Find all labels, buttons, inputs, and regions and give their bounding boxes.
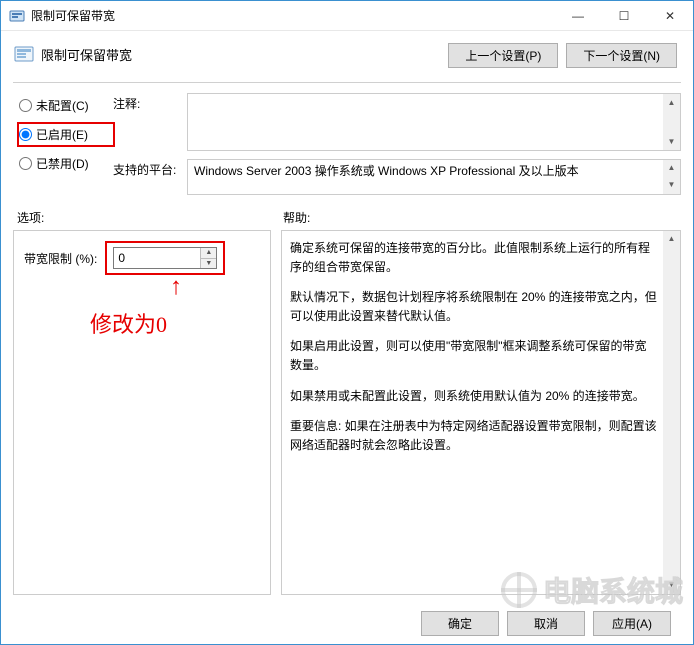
platform-scrollbar[interactable]: ▲ ▼: [663, 160, 680, 194]
page-title: 限制可保留带宽: [41, 41, 448, 64]
prev-setting-label: 上一个设置(P): [465, 49, 541, 63]
platform-label: 支持的平台:: [113, 159, 187, 178]
radio-not-configured[interactable]: 未配置(C): [19, 97, 113, 114]
mid-labels: 选项: 帮助:: [13, 209, 681, 226]
maximize-button[interactable]: ☐: [601, 1, 647, 30]
scroll-down-icon[interactable]: ▼: [663, 133, 680, 150]
lower-panels: 带宽限制 (%): ▲ ▼ ↑ 修改为0 确定系统可保: [13, 230, 681, 595]
scroll-down-icon[interactable]: ▼: [663, 177, 680, 194]
spinner-up-icon[interactable]: ▲: [201, 248, 216, 259]
next-setting-button[interactable]: 下一个设置(N): [566, 43, 677, 68]
header-row: 限制可保留带宽 上一个设置(P) 下一个设置(N): [13, 41, 681, 68]
annotation-arrow-icon: ↑: [170, 275, 182, 299]
ok-button[interactable]: 确定: [421, 611, 499, 636]
platform-row: 支持的平台: Windows Server 2003 操作系统或 Windows…: [113, 159, 681, 195]
config-row: 未配置(C) 已启用(E) 已禁用(D) 注释: ▲: [13, 93, 681, 195]
bandwidth-row: 带宽限制 (%): ▲ ▼: [24, 241, 260, 275]
help-paragraph: 如果禁用或未配置此设置，则系统使用默认值为 20% 的连接带宽。: [290, 387, 658, 406]
annotation-text: 修改为0: [90, 307, 167, 339]
state-radio-group: 未配置(C) 已启用(E) 已禁用(D): [13, 93, 113, 195]
prev-setting-button[interactable]: 上一个设置(P): [448, 43, 558, 68]
radio-enabled-input[interactable]: [19, 128, 32, 141]
scroll-up-icon[interactable]: ▲: [663, 231, 680, 248]
titlebar: 限制可保留带宽 — ☐ ✕: [1, 1, 693, 31]
help-paragraph: 默认情况下，数据包计划程序将系统限制在 20% 的连接带宽之内，但可以使用此设置…: [290, 288, 658, 325]
close-button[interactable]: ✕: [647, 1, 693, 30]
next-setting-label: 下一个设置(N): [583, 49, 660, 63]
help-paragraph: 如果启用此设置，则可以使用"带宽限制"框来调整系统可保留的带宽数量。: [290, 337, 658, 374]
scroll-down-icon[interactable]: ▼: [663, 577, 680, 594]
help-scrollbar[interactable]: ▲ ▼: [663, 231, 680, 594]
cancel-button[interactable]: 取消: [507, 611, 585, 636]
radio-disabled-input[interactable]: [19, 157, 32, 170]
help-panel: 确定系统可保留的连接带宽的百分比。此值限制系统上运行的所有程序的组合带宽保留。 …: [281, 230, 681, 595]
options-panel: 带宽限制 (%): ▲ ▼ ↑ 修改为0: [13, 230, 271, 595]
apply-label: 应用(A): [612, 617, 652, 631]
comment-textarea[interactable]: ▲ ▼: [187, 93, 681, 151]
options-label: 选项:: [13, 209, 283, 226]
platform-textbox: Windows Server 2003 操作系统或 Windows XP Pro…: [187, 159, 681, 195]
ok-label: 确定: [448, 617, 472, 631]
platform-value: Windows Server 2003 操作系统或 Windows XP Pro…: [194, 164, 579, 178]
divider: [13, 82, 681, 83]
bandwidth-input[interactable]: [114, 248, 200, 268]
radio-enabled-label: 已启用(E): [36, 126, 88, 143]
dialog-content: 限制可保留带宽 上一个设置(P) 下一个设置(N) 未配置(C) 已启用(E): [1, 31, 693, 644]
radio-disabled-label: 已禁用(D): [36, 155, 89, 172]
config-right: 注释: ▲ ▼ 支持的平台: Windows Server 2003 操作系统或…: [113, 93, 681, 195]
bandwidth-highlight: ▲ ▼: [105, 241, 225, 275]
spinner-down-icon[interactable]: ▼: [201, 259, 216, 269]
radio-disabled[interactable]: 已禁用(D): [19, 155, 113, 172]
bandwidth-label: 带宽限制 (%):: [24, 250, 97, 267]
scroll-up-icon[interactable]: ▲: [663, 94, 680, 111]
comment-scrollbar[interactable]: ▲ ▼: [663, 94, 680, 150]
radio-not-configured-input[interactable]: [19, 99, 32, 112]
window-title: 限制可保留带宽: [31, 7, 555, 24]
help-label: 帮助:: [283, 209, 310, 226]
policy-dialog-window: 限制可保留带宽 — ☐ ✕ 限制可保留带宽 上一个设置(P) 下一个设置(N): [0, 0, 694, 645]
help-paragraph: 确定系统可保留的连接带宽的百分比。此值限制系统上运行的所有程序的组合带宽保留。: [290, 239, 658, 276]
comment-label: 注释:: [113, 93, 187, 112]
policy-icon: [13, 43, 35, 65]
radio-enabled[interactable]: 已启用(E): [19, 124, 113, 145]
cancel-label: 取消: [534, 617, 558, 631]
comment-row: 注释: ▲ ▼: [113, 93, 681, 151]
spinner-buttons: ▲ ▼: [200, 248, 216, 268]
window-controls: — ☐ ✕: [555, 1, 693, 30]
apply-button[interactable]: 应用(A): [593, 611, 671, 636]
dialog-footer: 确定 取消 应用(A): [13, 603, 681, 636]
app-icon: [9, 8, 25, 24]
minimize-button[interactable]: —: [555, 1, 601, 30]
scroll-up-icon[interactable]: ▲: [663, 160, 680, 177]
bandwidth-spinner[interactable]: ▲ ▼: [113, 247, 217, 269]
help-paragraph: 重要信息: 如果在注册表中为特定网络适配器设置带宽限制，则配置该网络适配器时就会…: [290, 417, 658, 454]
radio-not-configured-label: 未配置(C): [36, 97, 89, 114]
